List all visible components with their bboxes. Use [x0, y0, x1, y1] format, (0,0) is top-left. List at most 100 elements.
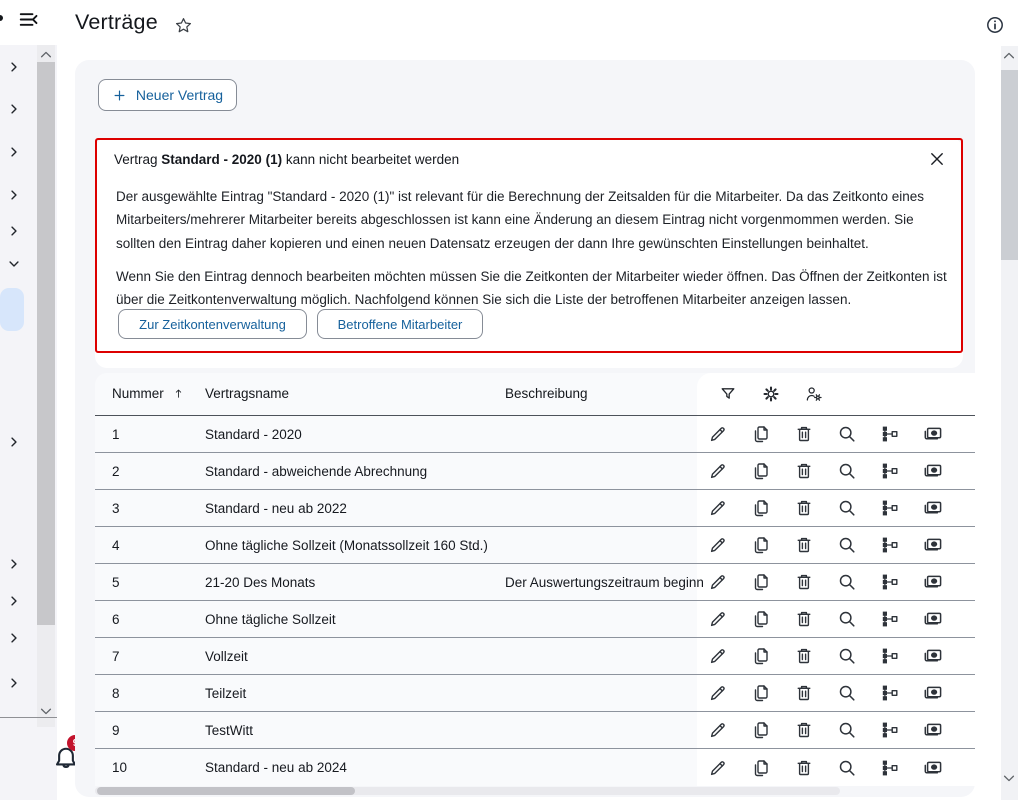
edit-icon[interactable]: [708, 683, 728, 703]
search-icon[interactable]: [837, 572, 857, 592]
search-icon[interactable]: [837, 461, 857, 481]
scroll-up-icon[interactable]: [38, 47, 54, 63]
close-icon[interactable]: [927, 149, 947, 169]
delete-icon[interactable]: [794, 572, 814, 592]
delete-icon[interactable]: [794, 646, 814, 666]
delete-icon[interactable]: [794, 609, 814, 629]
sidebar-item-collapsed[interactable]: [7, 557, 21, 571]
settings-gear-icon[interactable]: [762, 385, 780, 403]
sidebar-item-selected[interactable]: [0, 288, 24, 331]
delete-icon[interactable]: [794, 683, 814, 703]
banknote-icon[interactable]: [923, 720, 943, 740]
delete-icon[interactable]: [794, 758, 814, 778]
table-header-cell-beschreibung[interactable]: Beschreibung: [505, 386, 588, 401]
copy-icon[interactable]: [751, 646, 771, 666]
delete-icon[interactable]: [794, 535, 814, 555]
sitemap-icon[interactable]: [880, 609, 900, 629]
search-icon[interactable]: [837, 424, 857, 444]
horizontal-scrollbar[interactable]: [95, 787, 840, 795]
banknote-icon[interactable]: [923, 646, 943, 666]
copy-icon[interactable]: [751, 720, 771, 740]
edit-icon[interactable]: [708, 720, 728, 740]
table-row[interactable]: 6 Ohne tägliche Sollzeit: [95, 601, 975, 638]
table-row[interactable]: 9 TestWitt: [95, 712, 975, 749]
delete-icon[interactable]: [794, 720, 814, 740]
copy-icon[interactable]: [751, 498, 771, 518]
horizontal-scrollbar-thumb[interactable]: [97, 787, 355, 795]
table-row[interactable]: 4 Ohne tägliche Sollzeit (Monatssollzeit…: [95, 527, 975, 564]
filter-icon[interactable]: [719, 385, 737, 403]
table-header-cell-nummer[interactable]: Nummer: [112, 386, 185, 401]
sidebar-scrollbar[interactable]: [37, 45, 55, 727]
search-icon[interactable]: [837, 683, 857, 703]
banknote-icon[interactable]: [923, 461, 943, 481]
sidebar-item-collapsed[interactable]: [7, 60, 21, 74]
search-icon[interactable]: [837, 498, 857, 518]
search-icon[interactable]: [837, 720, 857, 740]
search-icon[interactable]: [837, 535, 857, 555]
sidebar-item-collapsed[interactable]: [7, 631, 21, 645]
sidebar-item-collapsed[interactable]: [7, 224, 21, 238]
betroffene-mitarbeiter-button[interactable]: Betroffene Mitarbeiter: [317, 309, 483, 339]
table-header-cell-vertragsname[interactable]: Vertragsname: [205, 386, 289, 401]
user-settings-icon[interactable]: [805, 385, 823, 403]
search-icon[interactable]: [837, 609, 857, 629]
sidebar-item-collapsed[interactable]: [7, 188, 21, 202]
table-row[interactable]: 2 Standard - abweichende Abrechnung: [95, 453, 975, 490]
table-row[interactable]: 8 Teilzeit: [95, 675, 975, 712]
copy-icon[interactable]: [751, 758, 771, 778]
copy-icon[interactable]: [751, 609, 771, 629]
delete-icon[interactable]: [794, 498, 814, 518]
table-row[interactable]: 5 21-20 Des Monats Der Auswertungszeitra…: [95, 564, 975, 601]
table-row[interactable]: 7 Vollzeit: [95, 638, 975, 675]
sidebar-item-collapsed[interactable]: [7, 102, 21, 116]
edit-icon[interactable]: [708, 461, 728, 481]
info-icon[interactable]: [985, 15, 1005, 35]
sitemap-icon[interactable]: [880, 424, 900, 444]
banknote-icon[interactable]: [923, 572, 943, 592]
table-row[interactable]: 10 Standard - neu ab 2024: [95, 749, 975, 786]
sidebar-scrollbar-thumb[interactable]: [37, 62, 55, 625]
delete-icon[interactable]: [794, 461, 814, 481]
copy-icon[interactable]: [751, 424, 771, 444]
edit-icon[interactable]: [708, 609, 728, 629]
sitemap-icon[interactable]: [880, 535, 900, 555]
scroll-down-icon[interactable]: [1001, 770, 1017, 786]
sitemap-icon[interactable]: [880, 646, 900, 666]
banknote-icon[interactable]: [923, 758, 943, 778]
edit-icon[interactable]: [708, 424, 728, 444]
table-row[interactable]: 3 Standard - neu ab 2022: [95, 490, 975, 527]
copy-icon[interactable]: [751, 535, 771, 555]
collapse-sidebar-button[interactable]: [18, 8, 40, 30]
sitemap-icon[interactable]: [880, 683, 900, 703]
table-row[interactable]: 1 Standard - 2020: [95, 416, 975, 453]
search-icon[interactable]: [837, 646, 857, 666]
sidebar-item-collapsed[interactable]: [7, 594, 21, 608]
scroll-up-icon[interactable]: [1001, 48, 1017, 64]
sitemap-icon[interactable]: [880, 461, 900, 481]
main-scrollbar[interactable]: [1001, 46, 1018, 800]
edit-icon[interactable]: [708, 646, 728, 666]
edit-icon[interactable]: [708, 758, 728, 778]
sidebar-item-expanded[interactable]: [7, 257, 21, 271]
banknote-icon[interactable]: [923, 535, 943, 555]
banknote-icon[interactable]: [923, 424, 943, 444]
sitemap-icon[interactable]: [880, 572, 900, 592]
sitemap-icon[interactable]: [880, 758, 900, 778]
banknote-icon[interactable]: [923, 498, 943, 518]
zeitkontenverwaltung-button[interactable]: Zur Zeitkontenverwaltung: [118, 309, 307, 339]
banknote-icon[interactable]: [923, 609, 943, 629]
new-contract-button[interactable]: Neuer Vertrag: [98, 79, 237, 111]
edit-icon[interactable]: [708, 498, 728, 518]
sitemap-icon[interactable]: [880, 498, 900, 518]
edit-icon[interactable]: [708, 535, 728, 555]
delete-icon[interactable]: [794, 424, 814, 444]
search-icon[interactable]: [837, 758, 857, 778]
sitemap-icon[interactable]: [880, 720, 900, 740]
favorite-star-icon[interactable]: [174, 16, 193, 35]
banknote-icon[interactable]: [923, 683, 943, 703]
copy-icon[interactable]: [751, 572, 771, 592]
copy-icon[interactable]: [751, 683, 771, 703]
edit-icon[interactable]: [708, 572, 728, 592]
sidebar-item-collapsed[interactable]: [7, 435, 21, 449]
